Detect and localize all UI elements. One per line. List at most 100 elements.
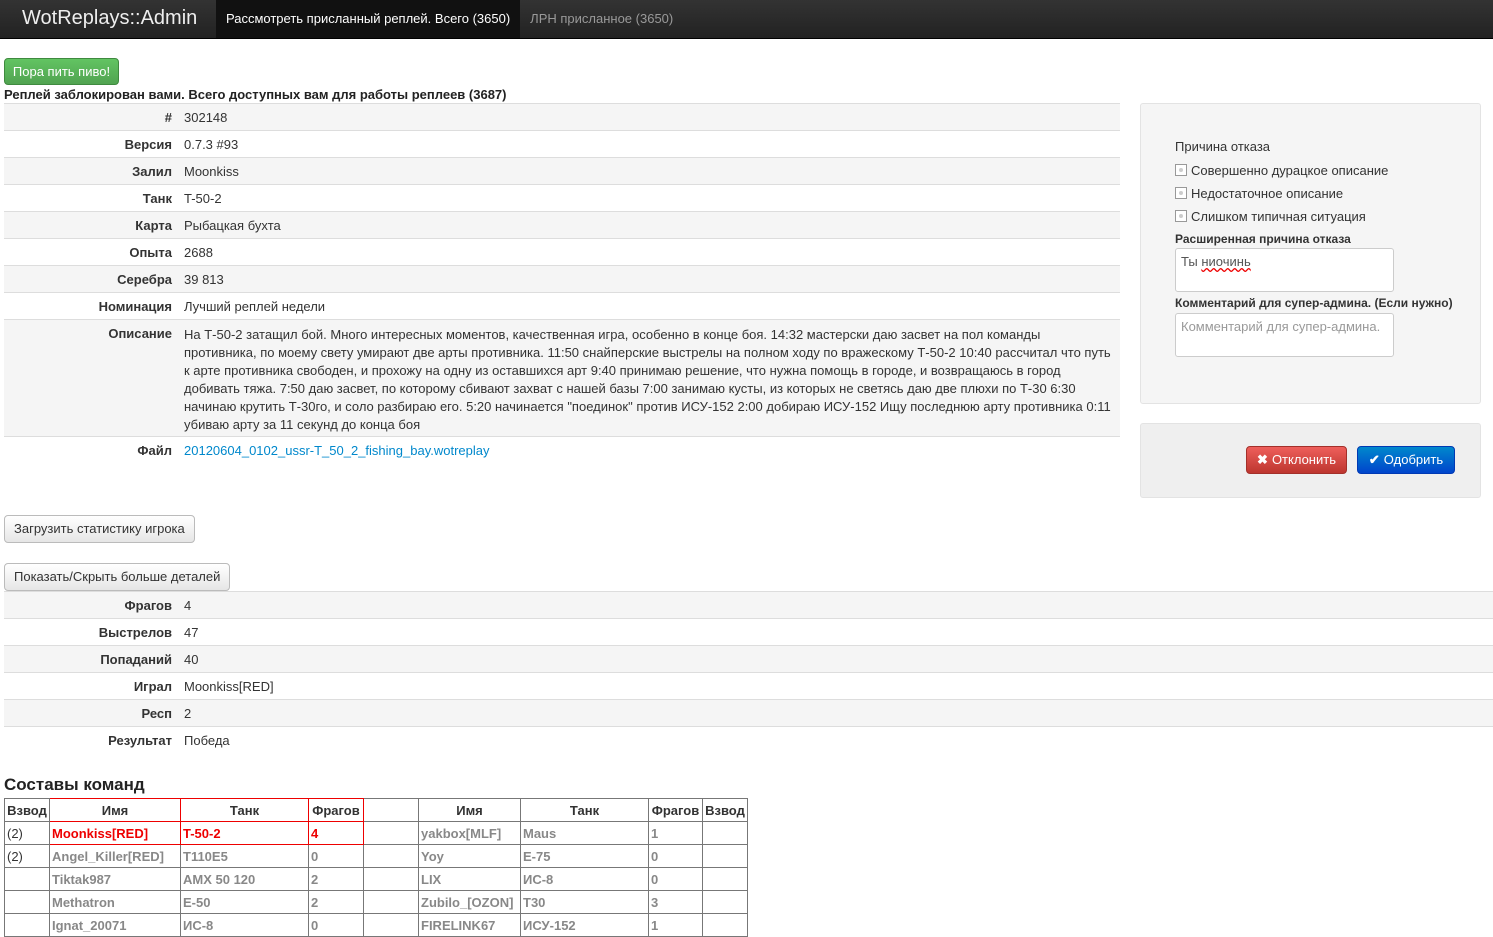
teams-header-row: Взвод Имя Танк Фрагов Имя Танк Фрагов Вз…: [4, 798, 748, 822]
detail-value: 20120604_0102_ussr-T_50_2_fishing_bay.wo…: [178, 436, 1120, 464]
stats-value: 47: [178, 618, 1493, 646]
detail-label: Версия: [4, 130, 178, 158]
cell-platoon-enemy: [702, 844, 748, 868]
brand-logo[interactable]: WotReplays::Admin: [22, 7, 197, 30]
radio-button[interactable]: [1175, 164, 1187, 176]
reject-button[interactable]: ✖ Отклонить: [1246, 446, 1347, 474]
approve-button[interactable]: ✔ Одобрить: [1357, 446, 1455, 474]
stats-value: 40: [178, 645, 1493, 673]
col-platoon: Взвод: [4, 798, 50, 822]
reason-label: Слишком типичная ситуация: [1191, 209, 1366, 224]
cell-platoon-enemy: [702, 821, 748, 845]
replay-file-link[interactable]: 20120604_0102_ussr-T_50_2_fishing_bay.wo…: [184, 443, 489, 458]
stats-label: Играл: [4, 672, 178, 700]
battle-stats-table: Фрагов 4 Выстрелов 47 Попаданий 40 Играл…: [4, 591, 1493, 754]
cell-frags: 2: [308, 867, 364, 891]
radio-button[interactable]: [1175, 210, 1187, 222]
extended-reason-label: Расширенная причина отказа: [1175, 232, 1351, 246]
reason-option-typical[interactable]: Слишком типичная ситуация: [1175, 209, 1366, 224]
comment-label: Комментарий для супер-админа. (Если нужн…: [1175, 296, 1453, 310]
misspelled-word: ниочинь: [1201, 254, 1251, 269]
detail-value: 0.7.3 #93: [178, 130, 1120, 158]
team-row: Methatron E-50 2 Zubilo_[OZON] T30 3: [4, 890, 748, 914]
detail-row-file: Файл 20120604_0102_ussr-T_50_2_fishing_b…: [4, 436, 1120, 464]
cell-name-enemy: Yoy: [418, 844, 521, 868]
page-heading: Реплей заблокирован вами. Всего доступны…: [4, 87, 507, 102]
detail-row-description: Описание На Т-50-2 затащил бой. Много ин…: [4, 319, 1120, 437]
reason-option-stupid[interactable]: Совершенно дурацкое описание: [1175, 163, 1388, 178]
cell-tank: AMX 50 120: [180, 867, 309, 891]
cell-platoon: (2): [4, 821, 50, 845]
top-navbar: WotReplays::Admin Рассмотреть присланный…: [0, 0, 1493, 39]
nav-links: Рассмотреть присланный реплей. Всего (36…: [216, 0, 683, 38]
cell-tank-enemy: E-75: [520, 844, 649, 868]
radio-button[interactable]: [1175, 187, 1187, 199]
stats-row-result: Результат Победа: [4, 726, 1493, 754]
detail-label: Опыта: [4, 238, 178, 266]
detail-label: Карта: [4, 211, 178, 239]
team-row: Tiktak987 AMX 50 120 2 LIX ИС-8 0: [4, 867, 748, 891]
cell-spacer: [363, 913, 419, 937]
cell-name-enemy: LIX: [418, 867, 521, 891]
stats-value: Moonkiss[RED]: [178, 672, 1493, 700]
detail-value: 302148: [178, 103, 1120, 131]
beer-button[interactable]: Пора пить пиво!: [4, 58, 119, 85]
cell-name: Methatron: [49, 890, 181, 914]
detail-value: 2688: [178, 238, 1120, 266]
detail-row-version: Версия 0.7.3 #93: [4, 130, 1120, 158]
detail-value: Лучший реплей недели: [178, 292, 1120, 320]
actions-panel: ✖ Отклонить ✔ Одобрить: [1140, 423, 1481, 498]
stats-row-spawn: Респ 2: [4, 699, 1493, 727]
detail-row-uploader: Залил Moonkiss: [4, 157, 1120, 185]
team-row: Ignat_20071 ИС-8 0 FIRELINK67 ИСУ-152 1: [4, 913, 748, 937]
cell-spacer: [363, 821, 419, 845]
detail-label: Серебра: [4, 265, 178, 293]
stats-label: Фрагов: [4, 591, 178, 619]
nav-link-review-replay[interactable]: Рассмотреть присланный реплей. Всего (36…: [216, 0, 521, 38]
cell-platoon: (2): [4, 844, 50, 868]
col-frags-enemy: Фрагов: [648, 798, 703, 822]
reject-reason-panel: Причина отказа Совершенно дурацкое описа…: [1140, 103, 1481, 404]
cell-spacer: [363, 844, 419, 868]
cell-name-enemy: FIRELINK67: [418, 913, 521, 937]
approve-button-label: Одобрить: [1383, 452, 1444, 467]
cell-platoon-enemy: [702, 890, 748, 914]
detail-value: T-50-2: [178, 184, 1120, 212]
toggle-details-button[interactable]: Показать/Скрыть больше деталей: [4, 563, 231, 591]
col-platoon-enemy: Взвод: [702, 798, 748, 822]
detail-row-map: Карта Рыбацкая бухта: [4, 211, 1120, 239]
cell-tank-enemy: Maus: [520, 821, 649, 845]
replay-details-table: # 302148 Версия 0.7.3 #93 Залил Moonkiss…: [4, 103, 1120, 464]
nav-link-lrn-submitted[interactable]: ЛРН присланное (3650): [520, 0, 683, 38]
cell-spacer: [363, 890, 419, 914]
reason-option-insufficient[interactable]: Недостаточное описание: [1175, 186, 1343, 201]
cell-tank-enemy: ИС-8: [520, 867, 649, 891]
cell-platoon: [4, 867, 50, 891]
stats-row-player: Играл Moonkiss[RED]: [4, 672, 1493, 700]
cell-tank-enemy: ИСУ-152: [520, 913, 649, 937]
stats-label: Респ: [4, 699, 178, 727]
cell-frags: 0: [308, 844, 364, 868]
stats-label: Выстрелов: [4, 618, 178, 646]
stats-label: Попаданий: [4, 645, 178, 673]
cell-frags-enemy: 0: [648, 844, 703, 868]
check-icon: ✔: [1368, 452, 1380, 467]
col-spacer: [363, 798, 419, 822]
cell-tank: T110E5: [180, 844, 309, 868]
stats-value: 2: [178, 699, 1493, 727]
team-row: (2) Angel_Killer[RED] T110E5 0 Yoy E-75 …: [4, 844, 748, 868]
detail-value: 39 813: [178, 265, 1120, 293]
detail-label: Танк: [4, 184, 178, 212]
teams-table: Взвод Имя Танк Фрагов Имя Танк Фрагов Вз…: [4, 798, 748, 937]
col-frags: Фрагов: [308, 798, 364, 822]
stats-value: 4: [178, 591, 1493, 619]
load-player-stats-button[interactable]: Загрузить статистику игрока: [4, 515, 195, 543]
extended-reason-textarea[interactable]: Ты ниочинь: [1175, 248, 1394, 292]
detail-label: Файл: [4, 436, 178, 464]
cell-spacer: [363, 867, 419, 891]
detail-row-tank: Танк T-50-2: [4, 184, 1120, 212]
cell-frags-enemy: 1: [648, 821, 703, 845]
comment-textarea[interactable]: Комментарий для супер-админа.: [1175, 313, 1394, 357]
detail-row-silver: Серебра 39 813: [4, 265, 1120, 293]
cell-frags-enemy: 1: [648, 913, 703, 937]
